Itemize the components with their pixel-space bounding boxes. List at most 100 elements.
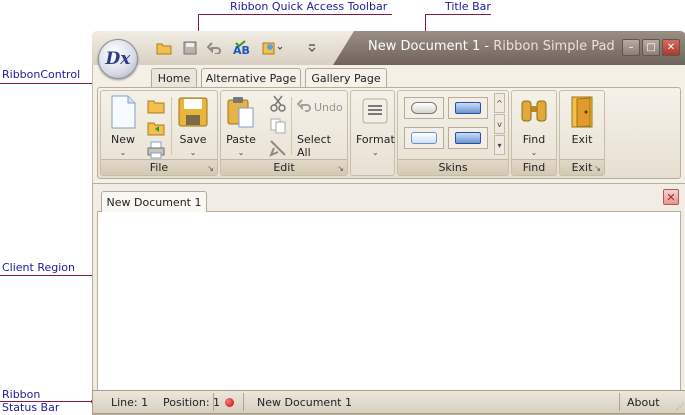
undo-icon[interactable] <box>297 99 313 113</box>
open-recent-icon[interactable] <box>147 119 165 137</box>
cut-icon[interactable] <box>269 95 287 113</box>
ribbon-callout-label: RibbonControl <box>2 68 81 81</box>
paste-button[interactable]: Paste ⌄ <box>225 95 257 157</box>
chevron-down-icon: ⌄ <box>237 148 245 157</box>
undo-label[interactable]: Undo <box>314 101 343 114</box>
save-icon <box>178 97 208 127</box>
document-tab[interactable]: New Document 1 <box>101 191 207 212</box>
status-indicator-icon <box>225 398 234 407</box>
title-separator: - <box>480 39 494 54</box>
gallery-expand-icon[interactable]: ▾ <box>494 135 505 155</box>
maximize-button[interactable]: □ <box>642 39 660 56</box>
undo-icon[interactable] <box>205 39 225 57</box>
copy-icon[interactable] <box>269 117 287 135</box>
edit-group-separator <box>291 97 292 155</box>
skin-gallery-item-1[interactable] <box>404 97 444 119</box>
gallery-scroll-down-icon[interactable]: v <box>494 114 505 134</box>
skin-gallery-item-3[interactable] <box>404 127 444 149</box>
print-icon[interactable] <box>147 141 165 159</box>
exit-button[interactable]: Exit <box>566 95 598 146</box>
status-position: Position: 1 <box>163 396 221 409</box>
svg-text:AB: AB <box>233 44 250 56</box>
open-icon[interactable] <box>154 39 174 57</box>
exit-button-label: Exit <box>571 133 593 146</box>
paste-icon <box>227 97 254 128</box>
status-separator <box>213 393 214 411</box>
find-button-label: Find <box>522 133 546 146</box>
edit-group-launcher-icon[interactable]: ↘ <box>337 164 344 173</box>
skins-group: ^ v ▾ Skins <box>397 90 509 176</box>
paste-options-icon[interactable] <box>260 39 286 57</box>
tab-gallery-page[interactable]: Gallery Page <box>305 68 387 87</box>
status-callout-label-1: Ribbon <box>2 388 41 401</box>
new-document-icon <box>111 95 136 129</box>
save-icon[interactable] <box>180 39 200 57</box>
chevron-down-icon: ⌄ <box>189 148 197 157</box>
select-all-button[interactable]: Select All <box>297 133 347 159</box>
status-document-name: New Document 1 <box>257 396 352 409</box>
status-callout-line <box>0 401 94 402</box>
chevron-down-icon: ⌄ <box>119 148 127 157</box>
document-editor[interactable] <box>97 212 681 408</box>
resize-grip-icon[interactable]: ⋰ <box>676 402 684 411</box>
format-icon <box>362 98 388 124</box>
client-region: New Document 1 ✕ <box>92 183 685 415</box>
qat-callout-label: Ribbon Quick Access Toolbar <box>230 0 388 13</box>
title-bar-callout-label: Title Bar <box>445 0 491 13</box>
status-separator <box>619 393 620 411</box>
ribbon-tab-row: Home Alternative Page Gallery Page <box>93 65 685 88</box>
chevron-down-icon: ⌄ <box>372 148 379 157</box>
window-title: New Document 1 - Ribbon Simple Pad <box>368 39 615 54</box>
app-window: AB New Document 1 - Ribbon Simple Pad – … <box>92 31 685 415</box>
exit-group: Exit Exit ↘ <box>559 90 605 176</box>
title-bar-callout-line-h <box>425 14 491 15</box>
ribbon-callout-line <box>0 83 95 84</box>
document-title: New Document 1 <box>368 39 481 54</box>
application-button[interactable]: Dx <box>98 39 138 79</box>
save-button-label: Save <box>179 133 207 146</box>
format-button-label: Format <box>356 133 395 146</box>
app-name: Ribbon Simple Pad <box>493 39 615 54</box>
find-group: Find ⌄ Find <box>511 90 557 176</box>
tab-home[interactable]: Home <box>151 68 197 88</box>
exit-door-icon <box>571 96 593 128</box>
gallery-scroll-up-icon[interactable]: ^ <box>494 93 505 113</box>
binoculars-icon <box>521 100 547 122</box>
chevron-down-icon: ⌄ <box>530 148 538 157</box>
customize-qat-icon[interactable] <box>302 39 322 57</box>
open-icon[interactable] <box>147 97 165 115</box>
skins-group-label: Skins <box>398 159 508 175</box>
close-document-icon[interactable]: ✕ <box>663 189 679 205</box>
file-group-separator <box>171 97 172 155</box>
edit-group-label: Edit <box>221 159 347 175</box>
file-group: New ⌄ Save ⌄ File ↘ <box>100 90 218 176</box>
paste-button-label: Paste <box>226 133 256 146</box>
file-group-label: File <box>101 159 217 175</box>
find-group-label: Find <box>512 159 556 175</box>
status-callout-label-2: Status Bar <box>2 401 60 414</box>
document-tab-strip: New Document 1 ✕ <box>97 188 681 212</box>
clear-icon[interactable] <box>269 139 287 157</box>
spell-check-icon[interactable]: AB <box>232 39 252 57</box>
status-line: Line: 1 <box>111 396 149 409</box>
ribbon-page-home: New ⌄ Save ⌄ File ↘ Paste ⌄ Undo Select … <box>97 87 681 179</box>
client-callout-label: Client Region <box>2 261 75 274</box>
new-button[interactable]: New ⌄ <box>107 95 139 157</box>
find-button[interactable]: Find ⌄ <box>518 95 550 157</box>
skin-gallery-item-2[interactable] <box>448 97 488 119</box>
format-button[interactable]: Format ⌄ <box>356 95 395 157</box>
status-separator <box>243 393 244 411</box>
skin-gallery-item-4[interactable] <box>448 127 488 149</box>
about-button[interactable]: About <box>627 396 660 409</box>
close-button[interactable]: ✕ <box>662 39 680 56</box>
ribbon-status-bar: Line: 1 Position: 1 New Document 1 About… <box>92 390 685 414</box>
file-group-launcher-icon[interactable]: ↘ <box>207 164 214 173</box>
minimize-button[interactable]: – <box>622 39 640 56</box>
save-button[interactable]: Save ⌄ <box>177 95 209 157</box>
exit-group-launcher-icon[interactable]: ↘ <box>594 164 601 173</box>
edit-group: Paste ⌄ Undo Select All Edit ↘ <box>220 90 348 176</box>
new-button-label: New <box>111 133 135 146</box>
title-bar[interactable]: AB New Document 1 - Ribbon Simple Pad – … <box>92 31 685 65</box>
tab-alternative-page[interactable]: Alternative Page <box>201 68 301 87</box>
app-logo: Dx <box>105 49 131 69</box>
